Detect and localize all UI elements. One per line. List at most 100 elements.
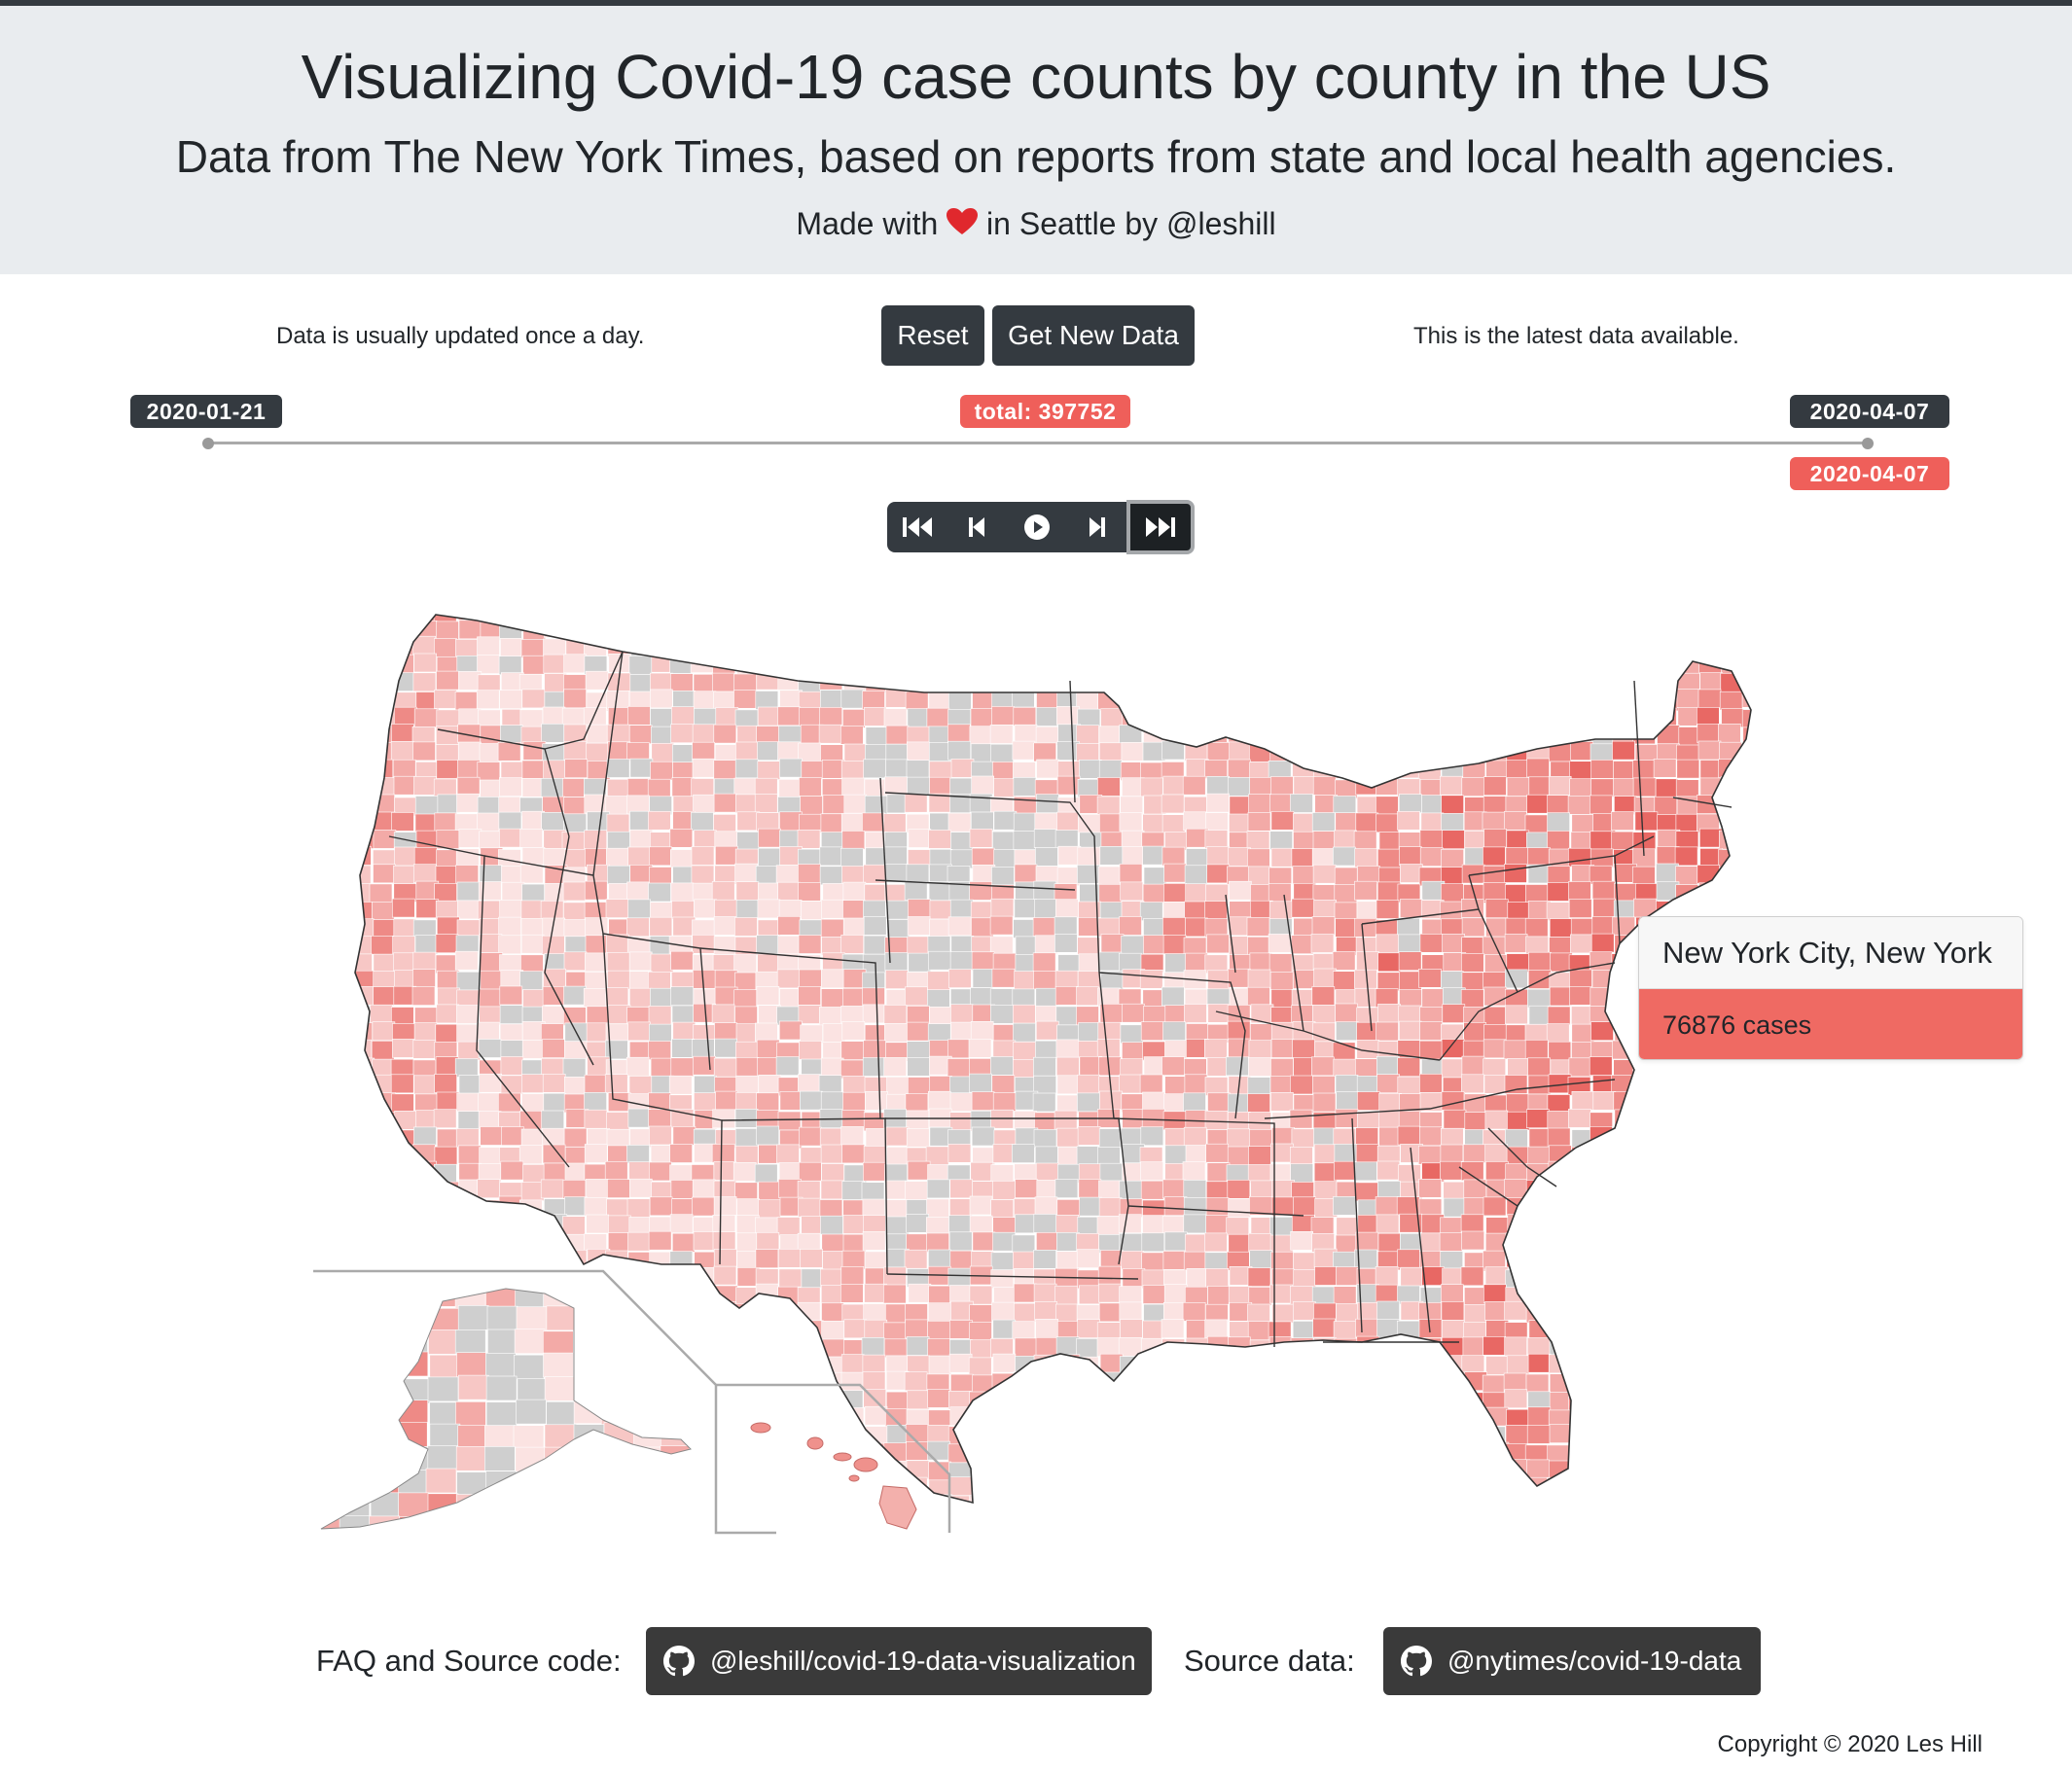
- county-cell[interactable]: [1013, 670, 1036, 691]
- county-cell[interactable]: [1741, 1076, 1765, 1096]
- county-cell[interactable]: [1483, 1006, 1508, 1026]
- county-cell[interactable]: [990, 1269, 1015, 1289]
- county-cell[interactable]: [1547, 723, 1571, 743]
- county-cell[interactable]: [1590, 831, 1614, 851]
- county-cell[interactable]: [1139, 688, 1163, 708]
- county-cell[interactable]: [800, 1406, 824, 1426]
- county-cell[interactable]: [842, 881, 867, 902]
- county-cell[interactable]: [1397, 1249, 1420, 1269]
- county-cell[interactable]: [1141, 1392, 1164, 1411]
- county-cell[interactable]: [521, 1478, 546, 1498]
- county-cell[interactable]: [1613, 1462, 1637, 1481]
- county-cell[interactable]: [1742, 758, 1766, 778]
- county-cell[interactable]: [1697, 638, 1721, 658]
- county-cell[interactable]: [1291, 725, 1314, 744]
- county-cell[interactable]: [1355, 760, 1379, 779]
- county-cell[interactable]: [627, 1322, 652, 1342]
- county-cell[interactable]: [1739, 1477, 1763, 1498]
- county-cell[interactable]: [368, 1377, 400, 1402]
- county-cell[interactable]: [1441, 813, 1464, 833]
- county-cell[interactable]: [1354, 1425, 1378, 1444]
- county-cell[interactable]: [840, 813, 865, 833]
- county-cell[interactable]: [1567, 1479, 1591, 1499]
- county-cell[interactable]: [713, 691, 736, 711]
- county-cell[interactable]: [862, 1161, 886, 1182]
- county-cell[interactable]: [801, 901, 825, 920]
- county-cell[interactable]: [563, 1041, 588, 1060]
- county-cell[interactable]: [1441, 1058, 1465, 1079]
- county-cell[interactable]: [1141, 1232, 1165, 1253]
- county-cell[interactable]: [429, 1423, 461, 1449]
- county-cell[interactable]: [1612, 1162, 1635, 1182]
- county-cell[interactable]: [778, 620, 803, 640]
- county-cell[interactable]: [394, 1339, 418, 1359]
- county-cell[interactable]: [1013, 1059, 1036, 1079]
- county-cell[interactable]: [584, 1197, 608, 1217]
- county-cell[interactable]: [1420, 1476, 1445, 1496]
- county-cell[interactable]: [1718, 603, 1741, 622]
- county-cell[interactable]: [1356, 901, 1380, 921]
- county-cell[interactable]: [480, 952, 503, 972]
- county-cell[interactable]: [1250, 1442, 1273, 1463]
- county-cell[interactable]: [820, 690, 843, 709]
- county-cell[interactable]: [660, 1305, 691, 1331]
- county-cell[interactable]: [1464, 1425, 1487, 1445]
- county-cell[interactable]: [498, 935, 521, 955]
- county-cell[interactable]: [1375, 1214, 1400, 1234]
- county-cell[interactable]: [1098, 1128, 1123, 1148]
- county-cell[interactable]: [350, 953, 373, 974]
- county-cell[interactable]: [1633, 1231, 1657, 1251]
- county-cell[interactable]: [820, 653, 844, 673]
- county-cell[interactable]: [456, 793, 480, 813]
- county-cell[interactable]: [713, 1265, 737, 1286]
- county-cell[interactable]: [1464, 655, 1487, 674]
- county-cell[interactable]: [629, 1128, 653, 1149]
- county-cell[interactable]: [775, 1371, 800, 1392]
- county-cell[interactable]: [1464, 1287, 1487, 1307]
- county-cell[interactable]: [1335, 605, 1359, 624]
- county-cell[interactable]: [501, 603, 524, 621]
- county-cell[interactable]: [1483, 776, 1507, 797]
- county-cell[interactable]: [500, 1231, 524, 1252]
- county-cell[interactable]: [756, 812, 780, 832]
- county-cell[interactable]: [1655, 778, 1679, 798]
- county-cell[interactable]: [907, 1006, 930, 1025]
- county-cell[interactable]: [352, 673, 375, 693]
- county-cell[interactable]: [1163, 1093, 1187, 1113]
- county-cell[interactable]: [1247, 969, 1271, 989]
- county-cell[interactable]: [542, 1074, 566, 1093]
- county-cell[interactable]: [1014, 619, 1038, 638]
- county-cell[interactable]: [906, 654, 929, 673]
- source-code-link[interactable]: @leshill/covid-19-data-visualization: [646, 1627, 1152, 1695]
- county-cell[interactable]: [1525, 1303, 1550, 1324]
- county-cell[interactable]: [480, 970, 504, 990]
- county-cell[interactable]: [648, 1023, 672, 1044]
- county-cell[interactable]: [1718, 1460, 1742, 1480]
- county-cell[interactable]: [1571, 1196, 1594, 1216]
- county-cell[interactable]: [1698, 620, 1723, 641]
- county-cell[interactable]: [312, 1471, 342, 1496]
- county-cell[interactable]: [713, 916, 737, 936]
- county-cell[interactable]: [1205, 1197, 1230, 1217]
- county-cell[interactable]: [668, 1075, 693, 1095]
- county-cell[interactable]: [841, 1181, 866, 1200]
- county-cell[interactable]: [1204, 1319, 1228, 1339]
- county-cell[interactable]: [541, 935, 565, 955]
- county-cell[interactable]: [390, 740, 414, 761]
- county-cell[interactable]: [1161, 1216, 1186, 1235]
- county-cell[interactable]: [1032, 655, 1056, 675]
- county-cell[interactable]: [861, 1337, 885, 1357]
- county-cell[interactable]: [1204, 830, 1229, 849]
- county-cell[interactable]: [1097, 1021, 1122, 1042]
- county-cell[interactable]: [1590, 1021, 1614, 1041]
- county-cell[interactable]: [754, 794, 778, 813]
- county-cell[interactable]: [669, 849, 694, 868]
- county-cell[interactable]: [1121, 1496, 1145, 1515]
- county-cell[interactable]: [1098, 951, 1123, 972]
- county-cell[interactable]: [457, 1233, 482, 1253]
- county-cell[interactable]: [632, 1493, 664, 1519]
- county-cell[interactable]: [543, 968, 566, 988]
- county-cell[interactable]: [818, 605, 842, 624]
- county-cell[interactable]: [1571, 814, 1595, 833]
- county-cell[interactable]: [694, 1443, 718, 1463]
